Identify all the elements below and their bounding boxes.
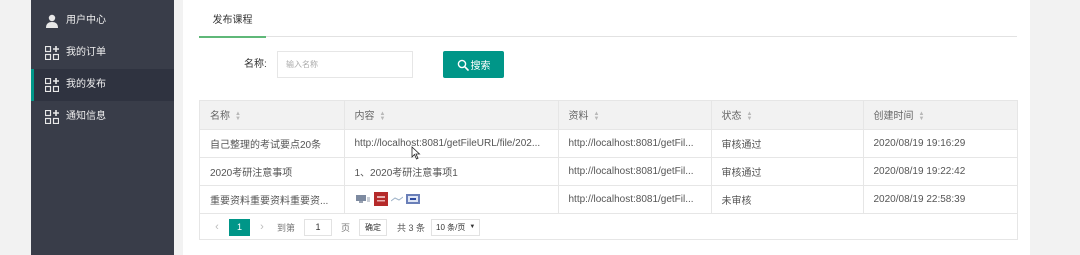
cell-content: 1、2020考研注意事项1 — [344, 157, 559, 186]
link-thumbnail-icon — [390, 196, 403, 202]
search-input[interactable] — [277, 51, 413, 78]
goto-confirm-button[interactable]: 确定 — [359, 218, 388, 236]
sidebar-item-label: 我的发布 — [66, 79, 106, 90]
cell-material: http://localhost:8081/getFil... — [558, 157, 712, 186]
cell-created: 2020/08/19 19:22:42 — [863, 157, 1017, 186]
cell-status: 审核通过 — [711, 157, 864, 186]
cell-content: http://localhost:8081/getFileURL/file/20… — [344, 129, 559, 158]
sort-icon[interactable]: ▲ ▼ — [235, 111, 241, 122]
sidebar-item-user-center[interactable]: 用户中心 — [31, 5, 174, 37]
cell-name: 重要资料重要资料重要资... — [200, 185, 345, 214]
table-row[interactable]: 2020考研注意事项 1、2020考研注意事项1 http://localhos… — [200, 157, 1017, 186]
content-image-thumbnails — [355, 192, 558, 206]
table-header-row: 名称 ▲ ▼ 内容 ▲ ▼ 资料 ▲ ▼ 状态 ▲ ▼ 创建时间 ▲ ▼ — [200, 101, 1017, 130]
mouse-cursor-icon — [411, 146, 421, 160]
column-header-name[interactable]: 名称 ▲ ▼ — [200, 101, 345, 130]
chevron-down-icon: ▼ — [469, 223, 476, 230]
cell-name: 2020考研注意事项 — [200, 157, 345, 186]
prev-page-button[interactable]: ‹ — [210, 221, 224, 233]
cell-status: 审核通过 — [711, 129, 864, 158]
sidebar-item-label: 用户中心 — [66, 15, 106, 26]
sidebar-item-label: 通知信息 — [66, 111, 106, 122]
sort-icon[interactable]: ▲ ▼ — [747, 111, 753, 122]
monitor-thumbnail-icon — [355, 195, 370, 203]
cell-created: 2020/08/19 19:16:29 — [863, 129, 1017, 158]
sort-icon[interactable]: ▲ ▼ — [380, 111, 386, 122]
grid-icon — [45, 46, 59, 60]
column-header-created[interactable]: 创建时间 ▲ ▼ — [863, 101, 1017, 130]
column-header-content[interactable]: 内容 ▲ ▼ — [344, 101, 559, 130]
sort-icon[interactable]: ▲ ▼ — [919, 111, 925, 122]
grid-icon — [45, 78, 59, 92]
total-count: 共 3 条 — [397, 222, 426, 233]
page-unit-label: 页 — [341, 222, 351, 233]
cell-content-images — [344, 185, 559, 214]
sort-icon[interactable]: ▲ ▼ — [594, 111, 600, 122]
data-table: 名称 ▲ ▼ 内容 ▲ ▼ 资料 ▲ ▼ 状态 ▲ ▼ 创建时间 ▲ ▼ 自己整理的考试要点20条 … — [199, 100, 1018, 240]
column-header-material[interactable]: 资料 ▲ ▼ — [558, 101, 712, 130]
main-content: 发布课程 名称: 搜索 名称▲▼ 内容▲▼ 资料▲▼ 状态▲▼ — [183, 0, 1030, 255]
table-row[interactable]: 重要资料重要资料重要资... http://localhost:8081/get… — [200, 185, 1017, 214]
pagination: ‹ 1 › 到第 页 确定 共 3 条 10 条/页 ▼ — [200, 215, 1017, 239]
page-number-current[interactable]: 1 — [229, 218, 250, 236]
table-row[interactable]: 自己整理的考试要点20条 http://localhost:8081/getFi… — [200, 129, 1017, 158]
page-size-select[interactable]: 10 条/页 ▼ — [431, 218, 481, 236]
document-thumbnail-icon — [373, 192, 388, 206]
cell-status: 未审核 — [711, 185, 864, 214]
next-page-button[interactable]: › — [255, 221, 269, 233]
goto-label: 到第 — [277, 222, 296, 233]
goto-page-input[interactable] — [304, 218, 333, 236]
screen-thumbnail-icon — [405, 194, 420, 204]
grid-icon — [45, 110, 59, 124]
sidebar-item-my-orders[interactable]: 我的订单 — [31, 37, 174, 69]
cell-material: http://localhost:8081/getFil... — [558, 129, 712, 158]
search-button[interactable]: 搜索 — [443, 51, 504, 78]
search-button-label: 搜索 — [470, 61, 491, 72]
cell-created: 2020/08/19 22:58:39 — [863, 185, 1017, 214]
page-size-value: 10 条/页 — [436, 222, 466, 232]
sidebar-item-notifications[interactable]: 通知信息 — [31, 101, 174, 133]
cell-material: http://localhost:8081/getFil... — [558, 185, 712, 214]
sidebar-item-my-publish[interactable]: 我的发布 — [31, 69, 174, 101]
column-header-status[interactable]: 状态 ▲ ▼ — [711, 101, 864, 130]
tab-bar: 发布课程 — [199, 0, 1017, 38]
search-label: 名称: — [244, 59, 267, 70]
cell-name: 自己整理的考试要点20条 — [200, 129, 345, 158]
sidebar: 用户中心 我的订单 我的发布 通知信息 — [31, 0, 174, 255]
user-icon — [46, 14, 58, 28]
sidebar-item-label: 我的订单 — [66, 47, 106, 58]
search-icon — [457, 59, 469, 71]
tab-publish-course[interactable]: 发布课程 — [199, 0, 266, 38]
